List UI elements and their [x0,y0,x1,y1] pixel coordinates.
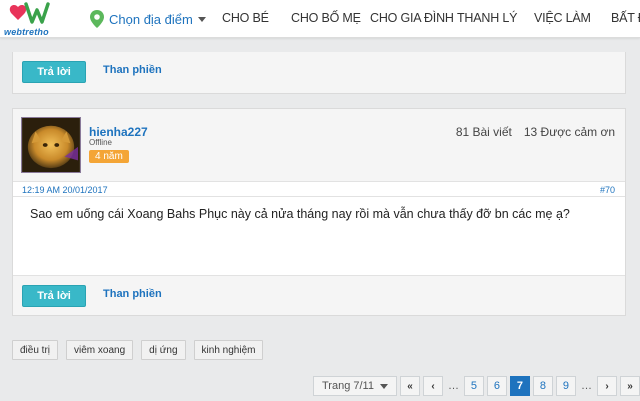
chevron-down-icon [197,16,206,22]
nav-bat-dong-san[interactable]: BẤT ĐỘ [611,11,640,25]
page-9-button[interactable]: 9 [555,376,576,396]
username[interactable]: hienha227 [89,125,148,139]
prev-page-button[interactable]: ‹ [422,376,443,396]
last-page-button[interactable]: » [619,376,640,396]
post-number-link[interactable]: #70 [600,185,615,195]
forum-post: hienha227 Offline 4 năm 81 Bài viết 13 Đư… [12,108,626,316]
pagination-ellipsis: … [580,380,592,392]
page-7-button-current[interactable]: 7 [509,376,530,396]
online-status: Offline [89,138,112,147]
tag-dieu-tri[interactable]: điều trị [12,340,59,360]
user-avatar[interactable] [21,117,81,173]
tag-kinh-nghiem[interactable]: kinh nghiệm [193,340,264,360]
pagination-ellipsis: … [447,380,459,392]
page-8-button[interactable]: 8 [532,376,553,396]
tag-viem-xoang[interactable]: viêm xoang [66,340,134,360]
post-datetime: 12:19 AM 20/01/2017 [22,185,108,195]
top-header: webtretho Chọn địa điểm CHO BÉ CHO BỐ MẸ… [0,0,640,38]
location-selector[interactable]: Chọn địa điểm [90,9,206,29]
location-label: Chọn địa điểm [109,11,193,27]
page-select-dropdown[interactable]: Trang 7/11 [313,376,397,396]
post-count: 81 Bài viết [455,125,512,139]
page-select-label: Trang 7/11 [322,380,374,392]
nav-cho-be[interactable]: CHO BÉ [222,11,269,25]
previous-post-footer: Trả lời Than phiền [12,52,626,94]
post-footer: Trả lời Than phiền [13,275,625,315]
user-stats: 81 Bài viết 13 Được cảm ơn [456,125,615,139]
reply-button[interactable]: Trả lời [22,285,86,307]
tag-di-ung[interactable]: dị ứng [141,340,186,360]
nav-cho-bo-me[interactable]: CHO BỐ MẸ [291,11,361,25]
map-pin-icon [90,10,104,28]
first-page-button[interactable]: « [399,376,420,396]
logo-text: webtretho [4,27,49,37]
membership-badge: 4 năm [89,150,129,163]
reply-button[interactable]: Trả lời [22,61,86,83]
thanks-count: 13 Được cảm ơn [523,125,615,139]
post-meta: 12:19 AM 20/01/2017 #70 [13,181,625,197]
pagination: Trang 7/11 « ‹ … 5 6 7 8 9 … › » [313,376,640,396]
post-author-header: hienha227 Offline 4 năm 81 Bài viết 13 Đư… [13,109,625,181]
complain-button[interactable]: Than phiền [103,288,162,300]
tag-list: điều trị viêm xoang dị ứng kinh nghiệm [12,340,264,360]
post-content: Sao em uống cái Xoang Bahs Phục này cả n… [30,207,570,221]
complain-button[interactable]: Than phiền [103,64,162,76]
chevron-down-icon [379,383,388,389]
nav-viec-lam[interactable]: VIỆC LÀM [534,11,591,25]
next-page-button[interactable]: › [596,376,617,396]
nav-cho-gia-dinh[interactable]: CHO GIA ĐÌNH [370,11,454,25]
page-6-button[interactable]: 6 [486,376,507,396]
page-5-button[interactable]: 5 [463,376,484,396]
nav-thanh-ly[interactable]: THANH LÝ [457,11,517,25]
